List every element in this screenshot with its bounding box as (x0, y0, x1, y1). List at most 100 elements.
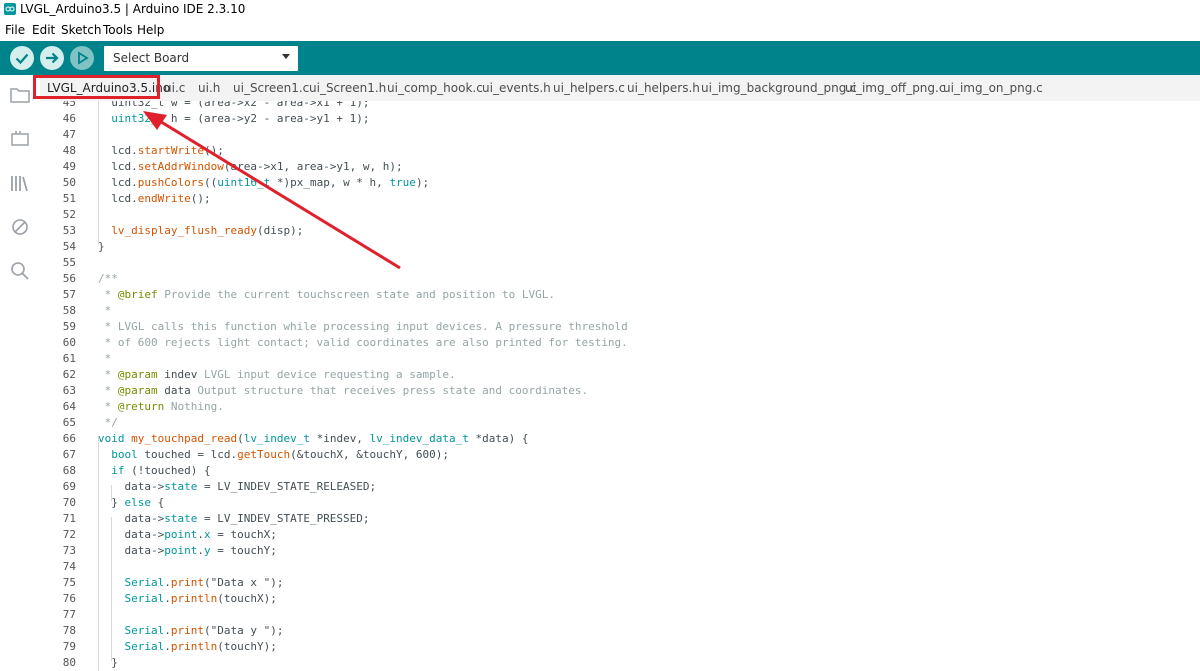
debug-button[interactable] (70, 46, 94, 70)
menu-file[interactable]: File (5, 23, 25, 37)
line-number: 80 (62, 656, 76, 669)
code-line[interactable]: 57 * @brief Provide the current touchscr… (40, 287, 1200, 303)
line-number: 61 (62, 352, 76, 365)
tab-ui-img-background-png-c[interactable]: ui_img_background_png.c (701, 81, 857, 95)
code-text: } (98, 656, 118, 669)
code-text: void my_touchpad_read(lv_indev_t *indev,… (98, 432, 529, 445)
menu-edit[interactable]: Edit (32, 23, 55, 37)
code-line[interactable]: 53 lv_display_flush_ready(disp); (40, 223, 1200, 239)
code-line[interactable]: 66 void my_touchpad_read(lv_indev_t *inde… (40, 431, 1200, 447)
code-line[interactable]: 56 /** (40, 271, 1200, 287)
code-line[interactable]: 79 Serial.println(touchY); (40, 639, 1200, 655)
code-line[interactable]: 54} (40, 239, 1200, 255)
line-number: 79 (62, 640, 76, 653)
code-text: data->state = LV_INDEV_STATE_RELEASED; (98, 480, 377, 493)
code-line[interactable]: 78 Serial.print("Data y "); (40, 623, 1200, 639)
line-number: 67 (62, 448, 76, 461)
code-line[interactable]: 49 lcd.setAddrWindow(area->x1, area->y1,… (40, 159, 1200, 175)
line-number: 62 (62, 368, 76, 381)
code-line[interactable]: 63 * @param data Output structure that r… (40, 383, 1200, 399)
code-line[interactable]: 74 (40, 559, 1200, 575)
code-line[interactable]: 48 lcd.startWrite(); (40, 143, 1200, 159)
code-line[interactable]: 72 data->point.x = touchX; (40, 527, 1200, 543)
active-tab-highlight (33, 75, 160, 99)
code-text: * @return Nothing. (98, 400, 224, 413)
code-text: if (!touched) { (111, 464, 211, 477)
code-line[interactable]: 76 Serial.println(touchX); (40, 591, 1200, 607)
tab-ui-c[interactable]: ui.c (164, 81, 185, 95)
board-select-dropdown[interactable]: Select Board (104, 46, 298, 71)
library-icon[interactable] (8, 171, 32, 195)
menu-tools[interactable]: Tools (103, 23, 133, 37)
code-line[interactable]: 60 * of 600 rejects light contact; valid… (40, 335, 1200, 351)
upload-button[interactable] (40, 46, 64, 70)
line-number: 58 (62, 304, 76, 317)
folder-icon[interactable] (8, 83, 32, 107)
line-number: 47 (62, 128, 76, 141)
code-line[interactable]: 67 bool touched = lcd.getTouch(&touchX, … (40, 447, 1200, 463)
search-icon[interactable] (8, 259, 32, 283)
line-number: 50 (62, 176, 76, 189)
tab-ui-img-off-png-c[interactable]: ui_img_off_png.c (845, 81, 945, 95)
tab-ui-helpers-c[interactable]: ui_helpers.c (553, 81, 625, 95)
line-number: 71 (62, 512, 76, 525)
code-text: /** (98, 272, 118, 285)
line-number: 68 (62, 464, 76, 477)
board-icon[interactable] (8, 127, 32, 151)
code-text: * LVGL calls this function while process… (98, 320, 628, 333)
code-line[interactable]: 73 data->point.y = touchY; (40, 543, 1200, 559)
menu-sketch[interactable]: Sketch (61, 23, 101, 37)
code-text: lcd.pushColors((uint16_t *)px_map, w * h… (98, 176, 430, 189)
tab-ui-screen1-h[interactable]: ui_Screen1.h (309, 81, 386, 95)
code-line[interactable]: 58 * (40, 303, 1200, 319)
code-line[interactable]: 47 (40, 127, 1200, 143)
code-line[interactable]: 71 data->state = LV_INDEV_STATE_PRESSED; (40, 511, 1200, 527)
code-line[interactable]: 68 if (!touched) { (40, 463, 1200, 479)
code-line[interactable]: 64 * @return Nothing. (40, 399, 1200, 415)
tab-ui-helpers-h[interactable]: ui_helpers.h (627, 81, 700, 95)
verify-button[interactable] (10, 46, 34, 70)
code-line[interactable]: 65 */ (40, 415, 1200, 431)
code-text: } (98, 240, 105, 253)
code-line[interactable]: 46 uint32_t h = (area->y2 - area->y1 + 1… (40, 111, 1200, 127)
code-line[interactable]: 80 } (40, 655, 1200, 671)
code-line[interactable]: 69 data->state = LV_INDEV_STATE_RELEASED… (40, 479, 1200, 495)
line-number: 70 (62, 496, 76, 509)
code-line[interactable]: 77 (40, 607, 1200, 623)
chevron-down-icon (282, 54, 290, 59)
title-bar: LVGL_Arduino3.5 | Arduino IDE 2.3.10 (0, 0, 1200, 20)
code-text: * @param indev LVGL input device request… (98, 368, 456, 381)
code-line[interactable]: 70 } else { (40, 495, 1200, 511)
code-text: lcd.startWrite(); (98, 144, 224, 157)
code-text: uint32_t w = (area->x2 - area->x1 + 1); (98, 101, 370, 109)
line-number: 73 (62, 544, 76, 557)
line-number: 65 (62, 416, 76, 429)
code-line[interactable]: 61 * (40, 351, 1200, 367)
code-text: * @brief Provide the current touchscreen… (98, 288, 555, 301)
code-line[interactable]: 45 uint32_t w = (area->x2 - area->x1 + 1… (40, 101, 1200, 111)
debug-icon[interactable] (8, 215, 32, 239)
line-number: 72 (62, 528, 76, 541)
code-line[interactable]: 52 (40, 207, 1200, 223)
tab-ui-h[interactable]: ui.h (198, 81, 220, 95)
code-line[interactable]: 75 Serial.print("Data x "); (40, 575, 1200, 591)
code-line[interactable]: 59 * LVGL calls this function while proc… (40, 319, 1200, 335)
tab-ui-img-on-png-c[interactable]: ui_img_on_png.c (943, 81, 1043, 95)
menu-help[interactable]: Help (137, 23, 164, 37)
code-line[interactable]: 50 lcd.pushColors((uint16_t *)px_map, w … (40, 175, 1200, 191)
code-line[interactable]: 62 * @param indev LVGL input device requ… (40, 367, 1200, 383)
board-select-label: Select Board (113, 51, 190, 65)
tab-ui-screen1-c[interactable]: ui_Screen1.c (233, 81, 309, 95)
line-number: 60 (62, 336, 76, 349)
menu-bar: File Edit Sketch Tools Help (0, 20, 1200, 40)
code-line[interactable]: 55 (40, 255, 1200, 271)
code-text: data->point.y = touchY; (98, 544, 277, 557)
code-editor[interactable]: 45 uint32_t w = (area->x2 - area->x1 + 1… (40, 101, 1200, 671)
tab-ui-events-h[interactable]: ui_events.h (482, 81, 551, 95)
line-number: 69 (62, 480, 76, 493)
line-number: 55 (62, 256, 76, 269)
tab-ui-comp-hook-c[interactable]: ui_comp_hook.c (387, 81, 483, 95)
arduino-logo-icon (4, 3, 16, 15)
code-text: data->point.x = touchX; (98, 528, 277, 541)
code-line[interactable]: 51 lcd.endWrite(); (40, 191, 1200, 207)
